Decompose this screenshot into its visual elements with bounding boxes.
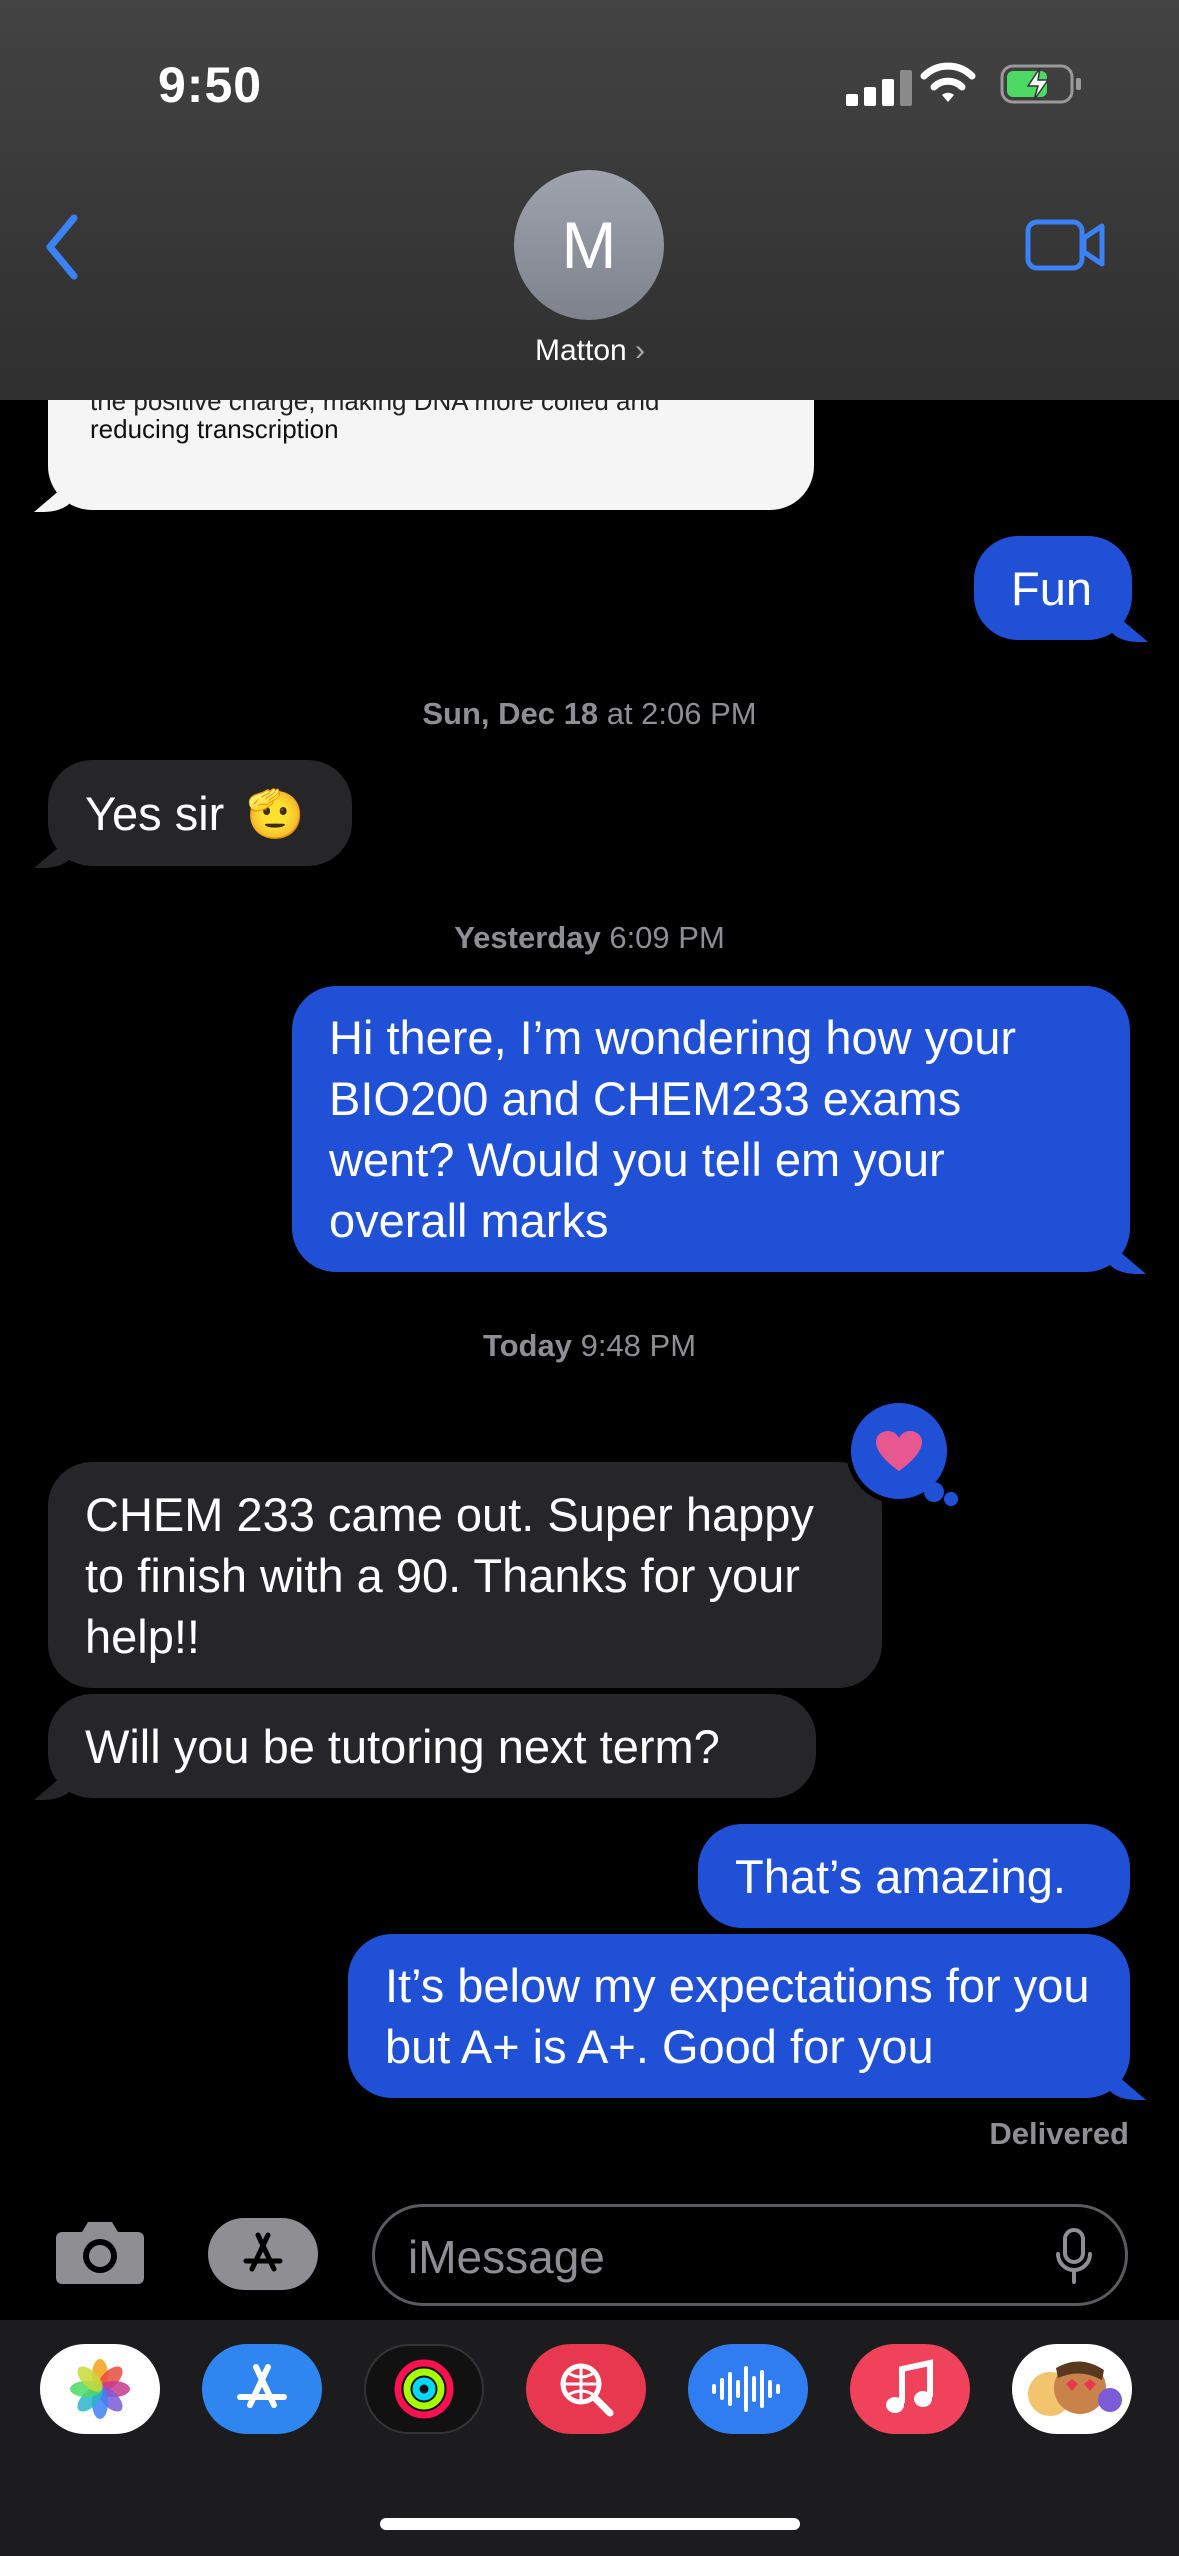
message-bubble-outgoing[interactable]: It’s below my expectations for you but A… <box>348 1934 1130 2098</box>
message-bubble-incoming[interactable]: Yes sir 🫡 <box>48 760 352 866</box>
fitness-app-icon[interactable] <box>364 2344 484 2434</box>
wifi-icon <box>920 62 976 102</box>
timestamp: Yesterday 6:09 PM <box>454 920 725 955</box>
contact-avatar[interactable]: M <box>514 170 664 320</box>
reaction-tail-dot <box>924 1482 944 1502</box>
message-text: CHEM 233 came out. Super happy to finish… <box>85 1487 814 1663</box>
waveform-icon <box>712 2366 780 2412</box>
image-search-app-icon[interactable] <box>526 2344 646 2434</box>
activity-rings-icon <box>394 2359 454 2419</box>
camera-icon[interactable] <box>54 2214 146 2286</box>
message-text: That’s amazing. <box>735 1849 1066 1903</box>
timestamp: Today 9:48 PM <box>482 1328 697 1363</box>
home-indicator <box>380 2518 800 2530</box>
battery-charging-icon <box>1000 64 1081 104</box>
app-store-drawer-button[interactable] <box>208 2218 318 2290</box>
message-bubble-outgoing[interactable]: Hi there, I’m wondering how your BIO200 … <box>292 986 1130 1272</box>
message-bubble-incoming[interactable]: Will you be tutoring next term? <box>48 1694 816 1798</box>
contact-name-label: Matton <box>534 334 627 367</box>
music-note-icon <box>886 2359 933 2413</box>
app-store-app-icon[interactable] <box>202 2344 322 2434</box>
delivery-status: Delivered <box>989 2116 1129 2151</box>
photos-app-icon[interactable] <box>40 2344 160 2434</box>
audio-message-app-icon[interactable] <box>688 2344 808 2434</box>
message-text: Yes sir <box>85 786 225 840</box>
chevron-right-icon: › <box>635 334 646 367</box>
message-text: Hi there, I’m wondering how your BIO200 … <box>329 1011 1017 1247</box>
heart-icon <box>876 1431 922 1471</box>
microphone-icon[interactable] <box>1054 2226 1094 2286</box>
message-text: It’s below my expectations for you but A… <box>385 1959 1090 2073</box>
message-text: Will you be tutoring next term? <box>85 1719 720 1773</box>
app-store-glyph-icon <box>237 2364 287 2408</box>
memoji-faces-icon <box>1028 2361 1122 2416</box>
memoji-app-icon[interactable] <box>1012 2344 1132 2434</box>
message-bubble-outgoing[interactable]: Fun <box>974 536 1132 640</box>
status-time: 9:50 <box>158 57 263 113</box>
contact-name[interactable]: Matton › <box>480 334 700 368</box>
message-input-placeholder: iMessage <box>408 2231 605 2283</box>
app-store-icon <box>243 2232 283 2272</box>
back-chevron-icon[interactable] <box>42 212 82 282</box>
cellular-signal-icon <box>846 70 912 106</box>
message-text: reducing transcription <box>90 414 339 444</box>
photos-flower-icon <box>70 2359 130 2419</box>
globe-search-icon <box>560 2363 614 2417</box>
saluting-face-emoji: 🫡 <box>246 786 305 840</box>
conversation-header: 9:50 M Matton › <box>0 0 1179 400</box>
timestamp: Sun, Dec 18 at 2:06 PM <box>422 696 757 731</box>
reaction-tail-dot <box>944 1492 958 1506</box>
facetime-video-icon[interactable] <box>1024 216 1108 274</box>
message-bubble-outgoing[interactable]: That’s amazing. <box>698 1824 1130 1928</box>
message-bubble-incoming[interactable]: CHEM 233 came out. Super happy to finish… <box>48 1462 882 1688</box>
music-app-icon[interactable] <box>850 2344 970 2434</box>
message-text: Fun <box>1011 561 1092 615</box>
